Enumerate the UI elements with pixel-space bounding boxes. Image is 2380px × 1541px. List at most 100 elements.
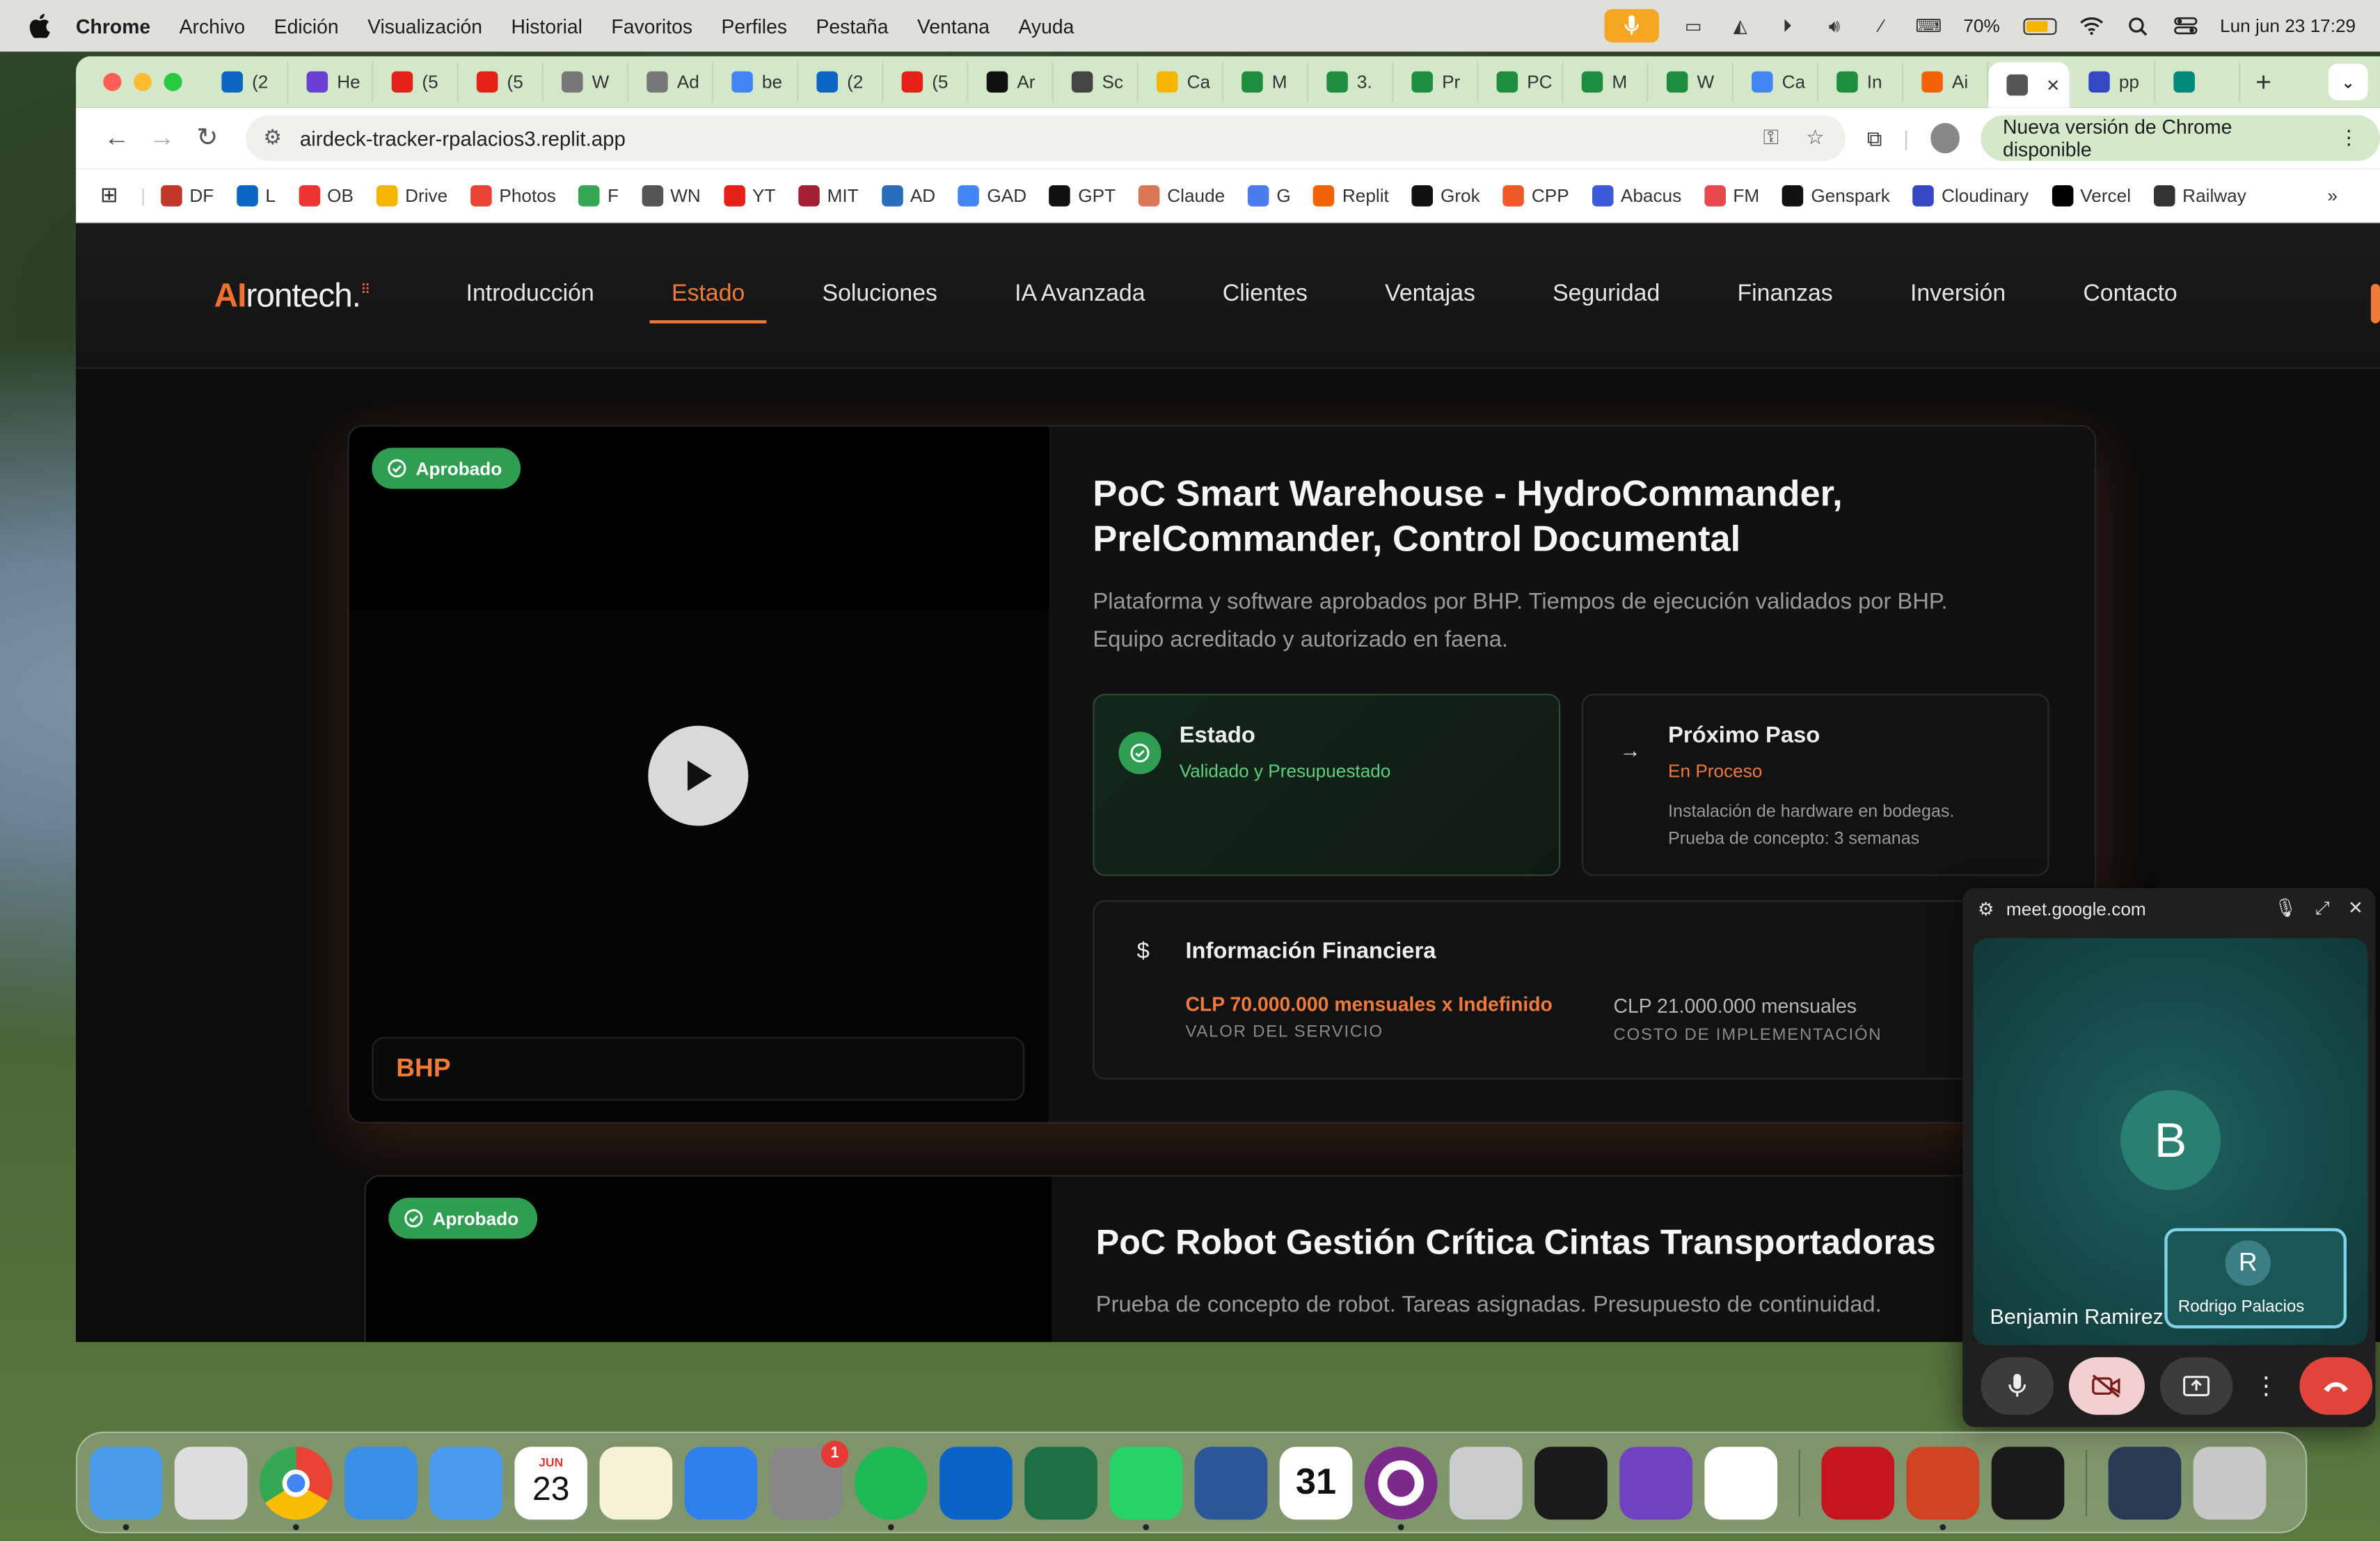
media-play-icon[interactable]: ⏵ — [1775, 15, 1800, 37]
nav-link-introduccion[interactable]: Introducción — [466, 281, 594, 324]
keyboard-icon[interactable]: ⌨︎ — [1915, 15, 1942, 37]
minimize-window-button[interactable] — [133, 72, 152, 91]
url-text[interactable]: airdeck-tracker-rpalacios3.replit.app — [300, 127, 626, 150]
bookmark-item[interactable]: F — [578, 184, 619, 206]
dock-iphone-mirroring-icon[interactable] — [1449, 1446, 1523, 1519]
bookmark-item[interactable]: Abacus — [1592, 184, 1681, 206]
bookmark-item[interactable]: Drive — [376, 184, 447, 206]
dock-replit-icon[interactable] — [1534, 1446, 1608, 1519]
nav-link-ventajas[interactable]: Ventajas — [1385, 281, 1475, 324]
nav-link-finanzas[interactable]: Finanzas — [1737, 281, 1832, 324]
nav-link-ia-avanzada[interactable]: IA Avanzada — [1015, 281, 1145, 324]
nav-link-soluciones[interactable]: Soluciones — [823, 281, 937, 324]
pip-mic-icon[interactable]: 🎙︎ — [2274, 897, 2297, 920]
profile-avatar[interactable] — [1930, 123, 1960, 154]
bookmark-item[interactable]: WN — [641, 184, 701, 206]
more-options-icon[interactable]: ⋮ — [2248, 1357, 2284, 1415]
present-screen-button[interactable] — [2159, 1357, 2233, 1415]
dock-trash-icon[interactable] — [2193, 1446, 2267, 1519]
browser-tab[interactable] — [2155, 62, 2241, 102]
browser-tab[interactable]: M — [1223, 62, 1309, 102]
bookmark-item[interactable]: CPP — [1502, 184, 1569, 206]
page-scrollbar[interactable] — [2370, 283, 2380, 324]
browser-tab[interactable]: Ca — [1139, 62, 1223, 102]
address-bar[interactable]: ⚙︎ airdeck-tracker-rpalacios3.replit.app… — [245, 115, 1846, 161]
dock-keynote-icon[interactable] — [684, 1446, 758, 1519]
bookmark-item[interactable]: FM — [1704, 184, 1759, 206]
dock-finder-icon[interactable] — [89, 1446, 163, 1530]
screen-mirroring-icon[interactable]: ▭ — [1681, 15, 1706, 37]
bookmark-item[interactable]: Genspark — [1782, 184, 1890, 206]
bookmark-item[interactable]: YT — [723, 184, 775, 206]
tab-search-chevron-icon[interactable]: ⌄ — [2328, 63, 2368, 100]
dock-launchpad-icon[interactable] — [174, 1446, 248, 1519]
dock-calendar-31-icon[interactable]: 31 — [1279, 1446, 1353, 1519]
bookmark-item[interactable]: Grok — [1411, 184, 1480, 206]
apps-grid-icon[interactable]: ⊞ — [100, 182, 118, 208]
reload-icon[interactable]: ↻ — [184, 123, 230, 154]
dock-chrome-icon[interactable] — [259, 1446, 333, 1530]
site-info-icon[interactable]: ⚙︎ — [263, 126, 285, 150]
volume-icon[interactable]: 🔊︎ — [1823, 15, 1847, 37]
bookmark-item[interactable]: Replit — [1313, 184, 1389, 206]
dock-circle-app-icon[interactable] — [1364, 1446, 1438, 1530]
camera-off-button[interactable] — [2068, 1357, 2145, 1415]
menu-ventana[interactable]: Ventana — [917, 15, 990, 38]
new-tab-button[interactable]: + — [2255, 66, 2271, 98]
bookmark-item[interactable]: GAD — [958, 184, 1026, 206]
dock-vscode-icon[interactable] — [1704, 1446, 1778, 1519]
mic-toggle-button[interactable] — [1981, 1357, 2054, 1415]
browser-tab[interactable]: (5 — [883, 62, 969, 102]
browser-tab[interactable]: Ai — [1903, 62, 1989, 102]
nav-link-contacto[interactable]: Contacto — [2083, 281, 2177, 324]
password-key-icon[interactable]: ⚿ — [1763, 126, 1779, 150]
menu-visualizacion[interactable]: Visualización — [367, 15, 482, 38]
nav-link-seguridad[interactable]: Seguridad — [1553, 281, 1660, 324]
dock-notes-icon[interactable] — [599, 1446, 673, 1519]
play-video-button[interactable] — [648, 725, 749, 826]
pip-expand-icon[interactable]: ⤢ — [2315, 897, 2330, 920]
control-center-icon[interactable] — [2173, 15, 2197, 37]
pip-close-icon[interactable]: ✕ — [2348, 897, 2363, 920]
dock-word-icon[interactable] — [1194, 1446, 1268, 1519]
dock-quicktime-icon[interactable] — [1991, 1446, 2065, 1519]
monitor-icon[interactable]: ◭ — [1728, 15, 1752, 37]
menu-perfiles[interactable]: Perfiles — [721, 15, 787, 38]
bookmark-star-icon[interactable]: ☆ — [1806, 126, 1824, 150]
browser-tab[interactable]: pp — [2070, 62, 2156, 102]
bookmark-item[interactable]: Photos — [470, 184, 556, 206]
dock-excel-icon[interactable] — [1024, 1446, 1097, 1519]
dock-powerpoint-icon[interactable] — [1906, 1446, 1980, 1530]
browser-tab[interactable]: (5 — [374, 62, 459, 102]
browser-tab[interactable]: Ad — [628, 62, 714, 102]
dock-github-desktop-icon[interactable] — [1619, 1446, 1692, 1519]
browser-tab[interactable]: (2 — [203, 62, 289, 102]
browser-tab[interactable]: He — [288, 62, 374, 102]
chrome-update-button[interactable]: Nueva versión de Chrome disponible ⋮ — [1981, 115, 2380, 161]
menu-favoritos[interactable]: Favoritos — [611, 15, 692, 38]
mic-active-icon[interactable] — [1603, 9, 1658, 43]
browser-tab[interactable]: M — [1564, 62, 1649, 102]
nav-link-clientes[interactable]: Clientes — [1223, 281, 1308, 324]
apple-menu-icon[interactable] — [24, 10, 55, 41]
spotlight-search-icon[interactable] — [2126, 15, 2150, 37]
bookmark-item[interactable]: Railway — [2153, 184, 2246, 206]
browser-tab[interactable]: Pr — [1393, 62, 1479, 102]
browser-tab[interactable]: PC — [1478, 62, 1564, 102]
airontech-logo[interactable]: AIrontech.⠿ — [214, 276, 371, 316]
extensions-puzzle-icon[interactable]: ⧉ — [1867, 125, 1882, 151]
browser-tab[interactable]: W — [544, 62, 628, 102]
menu-archivo[interactable]: Archivo — [180, 15, 246, 38]
forward-arrow-icon[interactable]: → — [139, 123, 184, 154]
bookmark-item[interactable]: MIT — [798, 184, 859, 206]
self-view-tile[interactable]: R Rodrigo Palacios — [2164, 1228, 2347, 1329]
bookmark-item[interactable]: G — [1247, 184, 1291, 206]
bookmark-item[interactable]: GPT — [1049, 184, 1116, 206]
browser-tab[interactable]: be — [713, 62, 799, 102]
browser-tab[interactable]: W — [1649, 62, 1734, 102]
browser-tab[interactable]: ✕ — [1988, 62, 2071, 108]
bookmark-item[interactable]: L — [236, 184, 276, 206]
bookmark-item[interactable]: Claude — [1138, 184, 1225, 206]
close-tab-icon[interactable]: ✕ — [2046, 75, 2060, 95]
dock-whatsapp-icon[interactable] — [1109, 1446, 1183, 1530]
